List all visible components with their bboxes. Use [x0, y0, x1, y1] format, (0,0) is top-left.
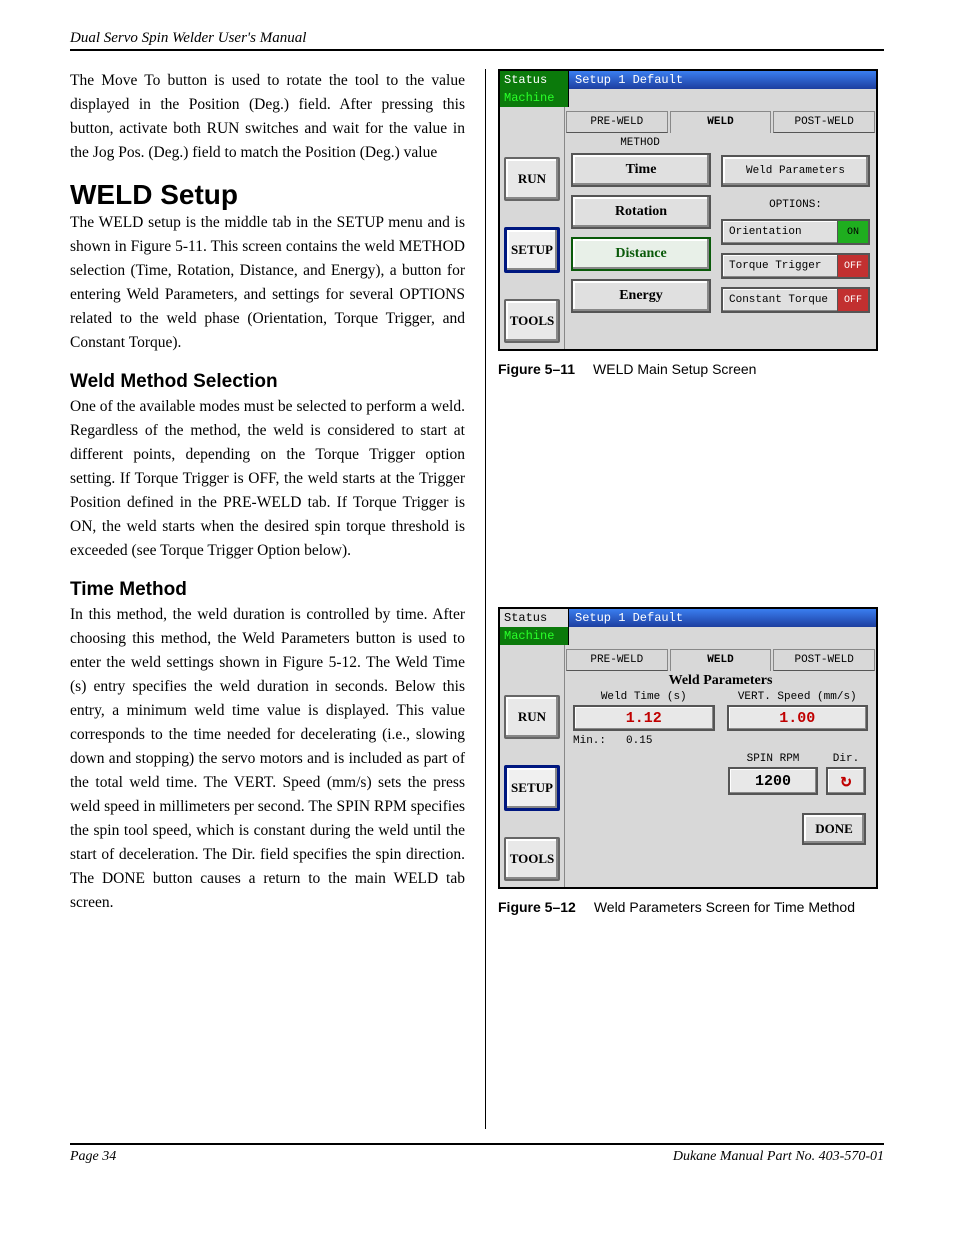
- titlebar-text: Setup 1 Default: [569, 71, 876, 89]
- figure-5-12-number: Figure 5–12: [498, 899, 576, 915]
- machine-cell: Machine: [500, 89, 569, 107]
- tab-post-weld[interactable]: POST-WELD: [773, 111, 875, 133]
- method-time-button[interactable]: Time: [571, 153, 711, 187]
- weld-parameters-title: Weld Parameters: [565, 673, 876, 689]
- figure-5-11-screen: Status Setup 1 Default Machine RUN SETUP…: [498, 69, 878, 351]
- method-distance-button[interactable]: Distance: [571, 237, 711, 271]
- option-constant-torque[interactable]: Constant Torque OFF: [721, 287, 870, 313]
- tab-post-weld[interactable]: POST-WELD: [773, 649, 875, 671]
- tab-pre-weld[interactable]: PRE-WELD: [566, 649, 668, 671]
- footer-page: Page 34: [70, 1149, 116, 1165]
- options-label: OPTIONS:: [721, 199, 870, 211]
- status-cell: Status: [500, 609, 569, 627]
- figure-5-12-screen: Status Setup 1 Default Machine RUN SETUP…: [498, 607, 878, 889]
- weld-time-value[interactable]: 1.12: [573, 705, 715, 731]
- intro-paragraph: The Move To button is used to rotate the…: [70, 69, 465, 165]
- vert-speed-label: VERT. Speed (mm/s): [727, 691, 869, 703]
- figure-5-12-caption: Weld Parameters Screen for Time Method: [594, 899, 884, 915]
- spin-rpm-value[interactable]: 1200: [728, 767, 818, 795]
- vert-speed-value[interactable]: 1.00: [727, 705, 869, 731]
- option-orientation[interactable]: Orientation ON: [721, 219, 870, 245]
- option-constant-torque-state: OFF: [837, 289, 868, 311]
- heading-method-selection: Weld Method Selection: [70, 371, 465, 393]
- para-weld-setup: The WELD setup is the middle tab in the …: [70, 211, 465, 355]
- min-label: Min.:: [573, 735, 606, 747]
- status-cell: Status: [500, 71, 569, 89]
- method-energy-button[interactable]: Energy: [571, 279, 711, 313]
- spin-rpm-label: SPIN RPM: [728, 753, 818, 765]
- option-orientation-label: Orientation: [723, 221, 837, 243]
- titlebar-text: Setup 1 Default: [569, 609, 876, 627]
- nav-run-button[interactable]: RUN: [504, 157, 560, 201]
- method-rotation-button[interactable]: Rotation: [571, 195, 711, 229]
- nav-tools-button[interactable]: TOOLS: [504, 299, 560, 343]
- done-button[interactable]: DONE: [802, 813, 866, 845]
- nav-tools-button[interactable]: TOOLS: [504, 837, 560, 881]
- option-torque-trigger[interactable]: Torque Trigger OFF: [721, 253, 870, 279]
- nav-setup-button[interactable]: SETUP: [504, 765, 560, 811]
- para-time-method: In this method, the weld duration is con…: [70, 603, 465, 915]
- tab-pre-weld[interactable]: PRE-WELD: [566, 111, 668, 133]
- figure-5-11-caption: WELD Main Setup Screen: [593, 361, 884, 377]
- tab-weld[interactable]: WELD: [670, 649, 772, 671]
- heading-weld-setup: WELD Setup: [70, 179, 465, 211]
- option-constant-torque-label: Constant Torque: [723, 289, 837, 311]
- nav-setup-button[interactable]: SETUP: [504, 227, 560, 273]
- method-label: METHOD: [565, 137, 715, 149]
- option-torque-trigger-label: Torque Trigger: [723, 255, 837, 277]
- option-torque-trigger-state: OFF: [837, 255, 868, 277]
- nav-run-button[interactable]: RUN: [504, 695, 560, 739]
- heading-time-method: Time Method: [70, 579, 465, 601]
- running-header: Dual Servo Spin Welder User's Manual: [70, 30, 884, 51]
- dir-label: Dir.: [826, 753, 866, 765]
- option-orientation-state: ON: [837, 221, 868, 243]
- min-value: 0.15: [626, 735, 652, 747]
- para-method-selection: One of the available modes must be selec…: [70, 395, 465, 563]
- footer-partno: Dukane Manual Part No. 403-570-01: [673, 1149, 884, 1165]
- figure-5-11-number: Figure 5–11: [498, 361, 575, 377]
- tab-weld[interactable]: WELD: [670, 111, 772, 133]
- machine-cell: Machine: [500, 627, 569, 645]
- weld-time-label: Weld Time (s): [573, 691, 715, 703]
- weld-parameters-button[interactable]: Weld Parameters: [721, 155, 870, 187]
- direction-arrow-icon[interactable]: ↻: [826, 767, 866, 795]
